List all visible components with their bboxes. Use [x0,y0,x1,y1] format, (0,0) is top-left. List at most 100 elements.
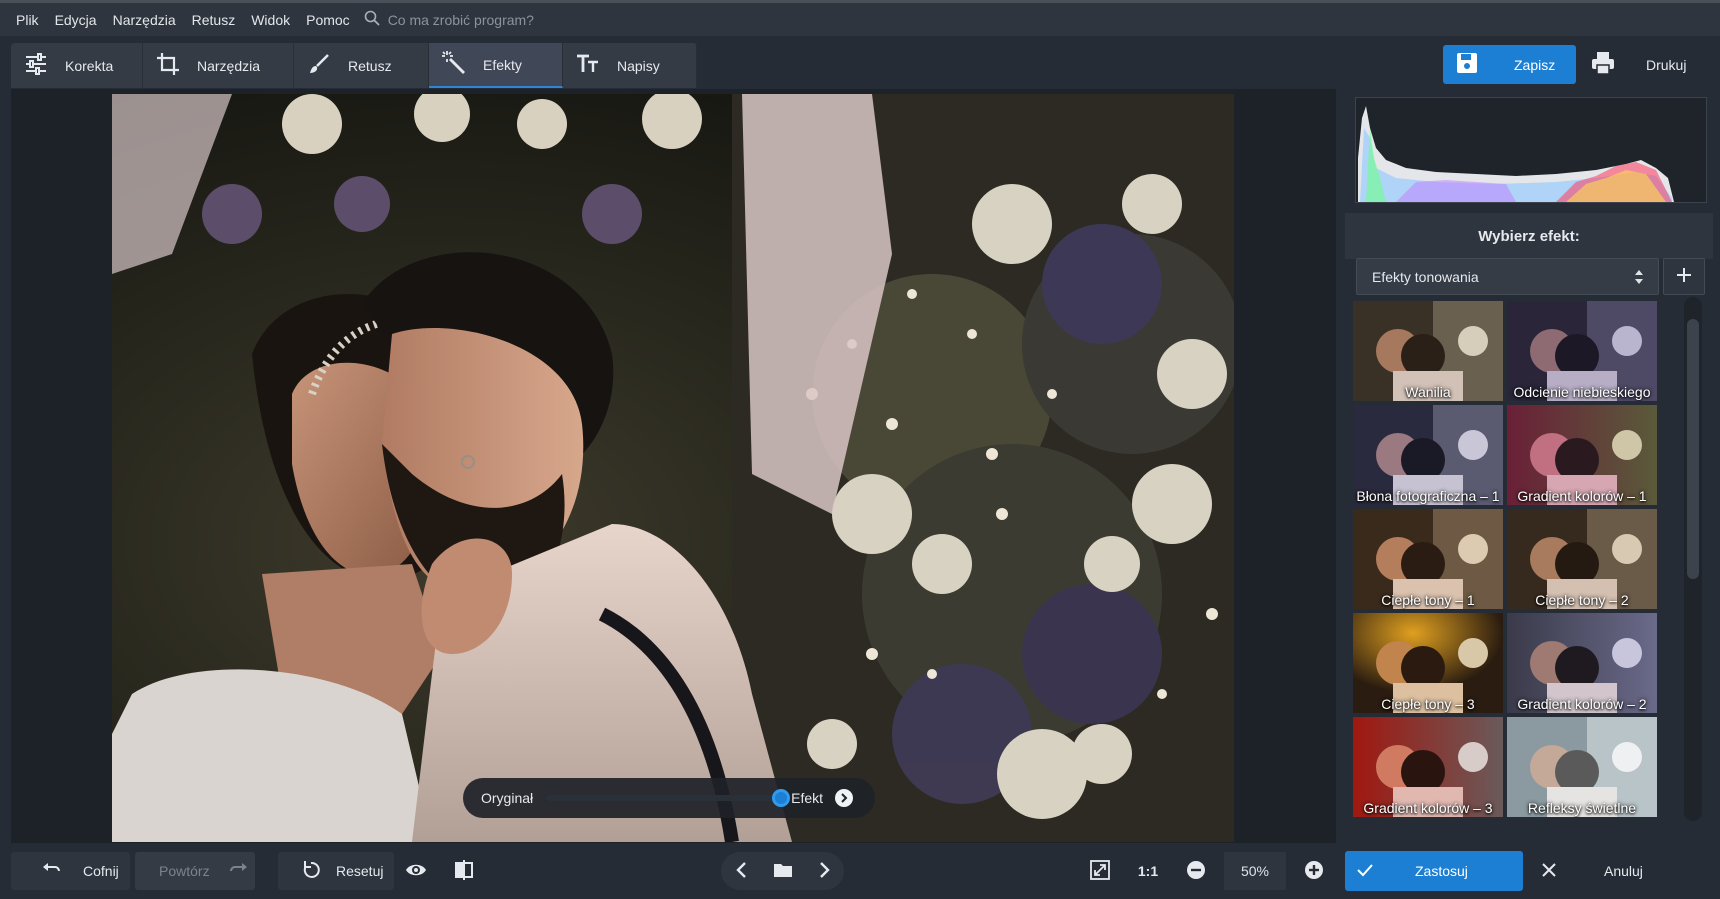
check-icon [1357,863,1373,880]
text-icon [575,51,617,80]
zoom-actual-size-button[interactable]: 1:1 [1128,852,1168,890]
tab-label: Narzędzia [197,57,261,74]
reset-icon [300,859,322,884]
save-label: Zapisz [1514,56,1556,73]
effects-title: Wybierz efekt: [1345,213,1713,259]
menu-file[interactable]: Plik [8,12,47,28]
effect-label: Efekt [791,790,824,806]
tab-label: Efekty [483,56,522,73]
effect-thumb-odcienie-niebieskiego[interactable]: Odcienie niebieskiego [1507,301,1657,401]
effect-thumb-cieple-tony-2[interactable]: Ciepłe tony – 2 [1507,509,1657,609]
effect-label: Refleksy świetlne [1527,800,1637,816]
effect-label: Gradient kolorów – 3 [1363,800,1493,816]
tab-label: Napisy [617,57,660,74]
tab-retusz[interactable]: Retusz [294,43,429,88]
histogram [1355,97,1707,203]
undo-label: Cofnij [83,863,119,879]
chevron-left-icon[interactable] [732,860,752,883]
effect-thumb-wanilia[interactable]: Wanilia [1353,301,1503,401]
apply-button[interactable]: Zastosuj [1345,851,1523,891]
scrollbar-thumb[interactable] [1687,319,1699,579]
folder-icon[interactable] [773,860,793,883]
effect-thumb-cieple-tony-3[interactable]: Ciepłe tony – 3 [1353,613,1503,713]
redo-label: Powtórz [159,863,210,879]
effect-category-select[interactable]: Efekty tonowania [1356,258,1659,295]
compare-slider-fill [545,795,782,801]
undo-button[interactable]: Cofnij [11,852,130,890]
effect-label: Ciepłe tony – 2 [1535,592,1629,608]
search-box [364,10,688,29]
effects-scrollbar[interactable] [1684,297,1702,821]
effect-label: Wanilia [1405,384,1451,400]
minus-circle-icon [1185,859,1207,884]
apply-label: Zastosuj [1415,863,1468,879]
split-view-icon [453,859,475,884]
effect-label: Gradient kolorów – 2 [1517,696,1647,712]
tab-napisy[interactable]: Napisy [563,43,697,88]
canvas-area [11,89,1336,843]
preview-button[interactable] [398,852,434,890]
chevron-right-icon[interactable] [835,789,854,807]
save-button[interactable]: Zapisz [1443,45,1576,84]
reset-label: Resetuj [336,863,384,879]
effect-label: Błona fotograficzna – 1 [1356,488,1500,504]
right-panel: Wybierz efekt: Efekty tonowania Wanilia … [1345,89,1720,843]
magic-wand-icon [441,50,483,79]
updown-arrows-icon [1634,268,1644,286]
split-compare-button[interactable] [446,852,482,890]
reset-button[interactable]: Resetuj [278,852,394,890]
tab-label: Retusz [348,57,392,74]
menu-edit[interactable]: Edycja [47,12,105,28]
image-navigation [721,852,844,890]
menu-tools[interactable]: Narzędzia [105,12,184,28]
effect-label: Gradient kolorów – 1 [1517,488,1647,504]
chevron-right-icon[interactable] [814,860,834,883]
tab-narzedzia[interactable]: Narzędzia [143,43,294,88]
original-label: Oryginał [481,790,534,806]
search-icon [364,10,380,29]
tab-efekty[interactable]: Efekty [429,43,563,88]
fit-to-screen-button[interactable] [1082,852,1118,890]
tool-tabs: Korekta Narzędzia Retusz Efekty Napisy [11,43,697,88]
printer-icon [1590,50,1646,79]
compare-slider-thumb[interactable] [772,789,791,807]
photo-canvas[interactable] [112,94,1234,842]
expand-icon [1089,859,1111,884]
cancel-label: Anuluj [1604,863,1643,879]
crop-icon [155,51,197,80]
floppy-icon [1456,52,1514,77]
cancel-button[interactable]: Anuluj [1530,851,1710,891]
menu-view[interactable]: Widok [243,12,298,28]
zoom-in-button[interactable] [1296,852,1332,890]
effect-category-value: Efekty tonowania [1372,268,1479,285]
effect-thumb-blona-fotograficzna-1[interactable]: Błona fotograficzna – 1 [1353,405,1503,505]
undo-icon [40,859,62,884]
effect-thumb-cieple-tony-1[interactable]: Ciepłe tony – 1 [1353,509,1503,609]
bottom-toolbar: Cofnij Powtórz Resetuj 1:1 50% Zastosuj … [0,843,1720,899]
print-button[interactable]: Drukuj [1580,45,1710,84]
brush-icon [306,51,348,80]
compare-slider[interactable] [545,789,791,807]
search-input[interactable] [387,11,688,28]
plus-circle-icon [1303,859,1325,884]
print-label: Drukuj [1646,56,1687,73]
sliders-icon [23,51,65,80]
add-effect-button[interactable] [1663,258,1705,295]
effects-grid: Wanilia Odcienie niebieskiego Błona foto… [1353,301,1663,841]
effect-label: Ciepłe tony – 3 [1381,696,1475,712]
effect-thumb-refleksy-swietlne[interactable]: Refleksy świetlne [1507,717,1657,817]
menu-retouch[interactable]: Retusz [184,12,244,28]
effect-thumb-gradient-kolorow-1[interactable]: Gradient kolorów – 1 [1507,405,1657,505]
close-icon [1542,862,1556,880]
effect-thumb-gradient-kolorow-3[interactable]: Gradient kolorów – 3 [1353,717,1503,817]
effect-thumb-gradient-kolorow-2[interactable]: Gradient kolorów – 2 [1507,613,1657,713]
redo-icon [210,859,250,884]
menu-bar: Plik Edycja Narzędzia Retusz Widok Pomoc [0,0,1720,36]
zoom-level-display[interactable]: 50% [1224,852,1286,890]
zoom-out-button[interactable] [1178,852,1214,890]
menu-help[interactable]: Pomoc [298,12,358,28]
effect-label: Ciepłe tony – 1 [1381,592,1475,608]
redo-button[interactable]: Powtórz [135,852,255,890]
tab-korekta[interactable]: Korekta [11,43,143,88]
effect-label: Odcienie niebieskiego [1513,384,1651,400]
